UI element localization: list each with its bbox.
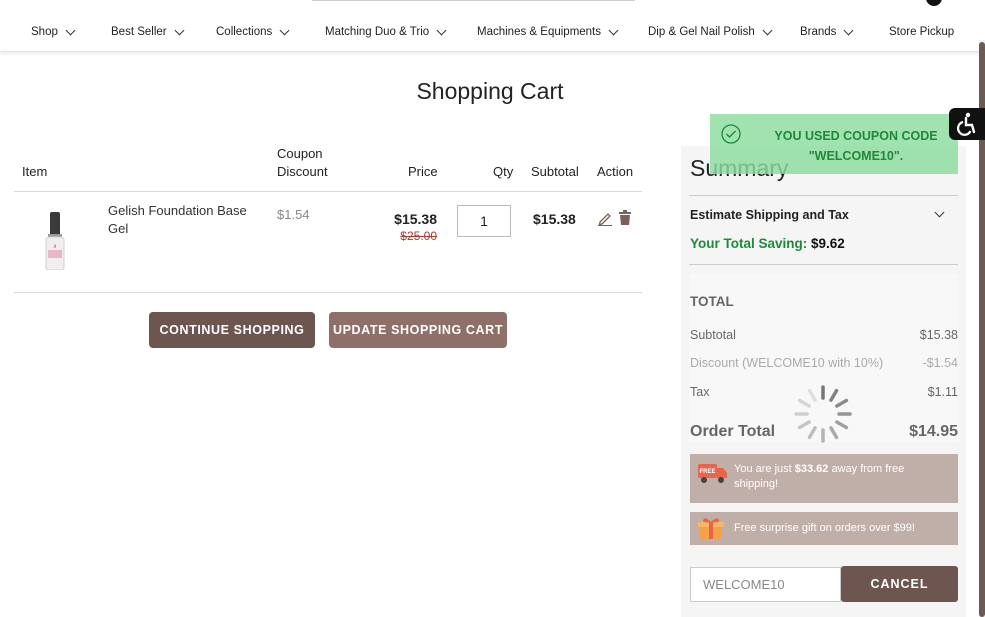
search-bar-edge	[312, 0, 635, 1]
page-title: Shopping Cart	[416, 78, 564, 104]
free-shipping-text: You are just $33.62 away from free shipp…	[734, 463, 905, 490]
quantity-input[interactable]: 1	[457, 205, 511, 237]
nav-item-shop[interactable]: Shop	[31, 25, 76, 38]
coupon-discount-value: $1.54	[277, 207, 310, 222]
chevron-down-icon	[174, 25, 185, 35]
header-subtotal: Subtotal	[531, 164, 579, 179]
chevron-down-icon	[436, 25, 447, 35]
truck-icon: FREE	[698, 464, 727, 483]
estimate-shipping-toggle[interactable]: Estimate Shipping and Tax	[690, 208, 849, 222]
nav-item-store-pickup[interactable]: Store Pickup	[889, 26, 954, 38]
loading-spinner-icon	[794, 385, 852, 443]
discount-label: Discount (WELCOME10 with 10%)	[690, 356, 884, 370]
nav-item-best-seller[interactable]: Best Seller	[111, 25, 185, 38]
header-divider	[14, 191, 642, 192]
coupon-code-field[interactable]: WELCOME10	[690, 567, 841, 602]
nav-item-brands[interactable]: Brands	[800, 25, 854, 38]
trash-icon[interactable]	[619, 210, 631, 225]
gift-icon	[698, 518, 724, 539]
free-gift-text: Free surprise gift on orders over $99!	[734, 522, 915, 534]
check-circle-icon	[721, 124, 741, 144]
tax-label: Tax	[690, 385, 710, 399]
wheelchair-icon	[957, 112, 976, 136]
header-action: Action	[597, 164, 634, 179]
header-coupon-discount: Coupon Discount	[277, 146, 328, 179]
toast-message: YOU USED COUPON CODE "WELCOME10".	[774, 129, 938, 163]
coupon-success-toast: YOU USED COUPON CODE "WELCOME10".	[710, 114, 958, 174]
accessibility-button[interactable]	[949, 108, 985, 140]
nav-item-collections[interactable]: Collections	[216, 25, 290, 38]
update-cart-button[interactable]: UPDATE SHOPPING CART	[329, 312, 507, 348]
subtotal-amount: $15.38	[919, 328, 958, 342]
chevron-down-icon	[279, 25, 290, 35]
nav-item-matching-duo-trio[interactable]: Matching Duo & Trio	[325, 25, 447, 38]
header-qty: Qty	[493, 164, 514, 179]
header-price: Price	[408, 164, 438, 179]
header-item: Item	[22, 164, 48, 179]
nav-item-dip-gel-nail-polish[interactable]: Dip & Gel Nail Polish	[648, 25, 773, 38]
subtotal-label: Subtotal	[690, 328, 736, 342]
order-total-label: Order Total	[690, 423, 776, 440]
total-heading: TOTAL	[690, 294, 734, 309]
continue-shopping-button[interactable]: CONTINUE SHOPPING	[149, 312, 315, 348]
summary-divider	[689, 264, 958, 265]
original-price-value: $25.00	[400, 229, 437, 243]
top-navigation: Shop Best Seller Collections Matching Du…	[0, 0, 985, 52]
free-gift-promo: Free surprise gift on orders over $99!	[690, 512, 958, 545]
chevron-down-icon	[608, 25, 619, 35]
order-total-amount: $14.95	[909, 423, 958, 440]
edit-icon[interactable]	[598, 211, 612, 226]
nav-item-machines-equipments[interactable]: Machines & Equipments	[477, 25, 619, 38]
tax-amount: $1.11	[927, 385, 958, 399]
product-image[interactable]: g	[42, 212, 68, 270]
cancel-coupon-button[interactable]: CANCEL	[841, 566, 958, 602]
summary-divider	[689, 195, 958, 196]
svg-text:FREE: FREE	[699, 469, 715, 475]
price-value: $15.38	[394, 211, 437, 227]
free-shipping-promo: FREE You are just $33.62 away from free …	[690, 454, 958, 503]
chevron-down-icon	[762, 25, 773, 35]
main-menu: Shop Best Seller Collections Matching Du…	[0, 25, 985, 40]
chevron-down-icon	[843, 25, 854, 35]
discount-amount: -$1.54	[922, 356, 958, 370]
subtotal-value: $15.38	[533, 211, 576, 227]
account-icon[interactable]	[926, 0, 942, 6]
chevron-down-icon	[65, 25, 76, 35]
row-divider	[14, 292, 642, 293]
total-saving: Your Total Saving: $9.62	[690, 236, 845, 251]
product-name[interactable]: Gelish Foundation Base Gel	[108, 202, 247, 238]
